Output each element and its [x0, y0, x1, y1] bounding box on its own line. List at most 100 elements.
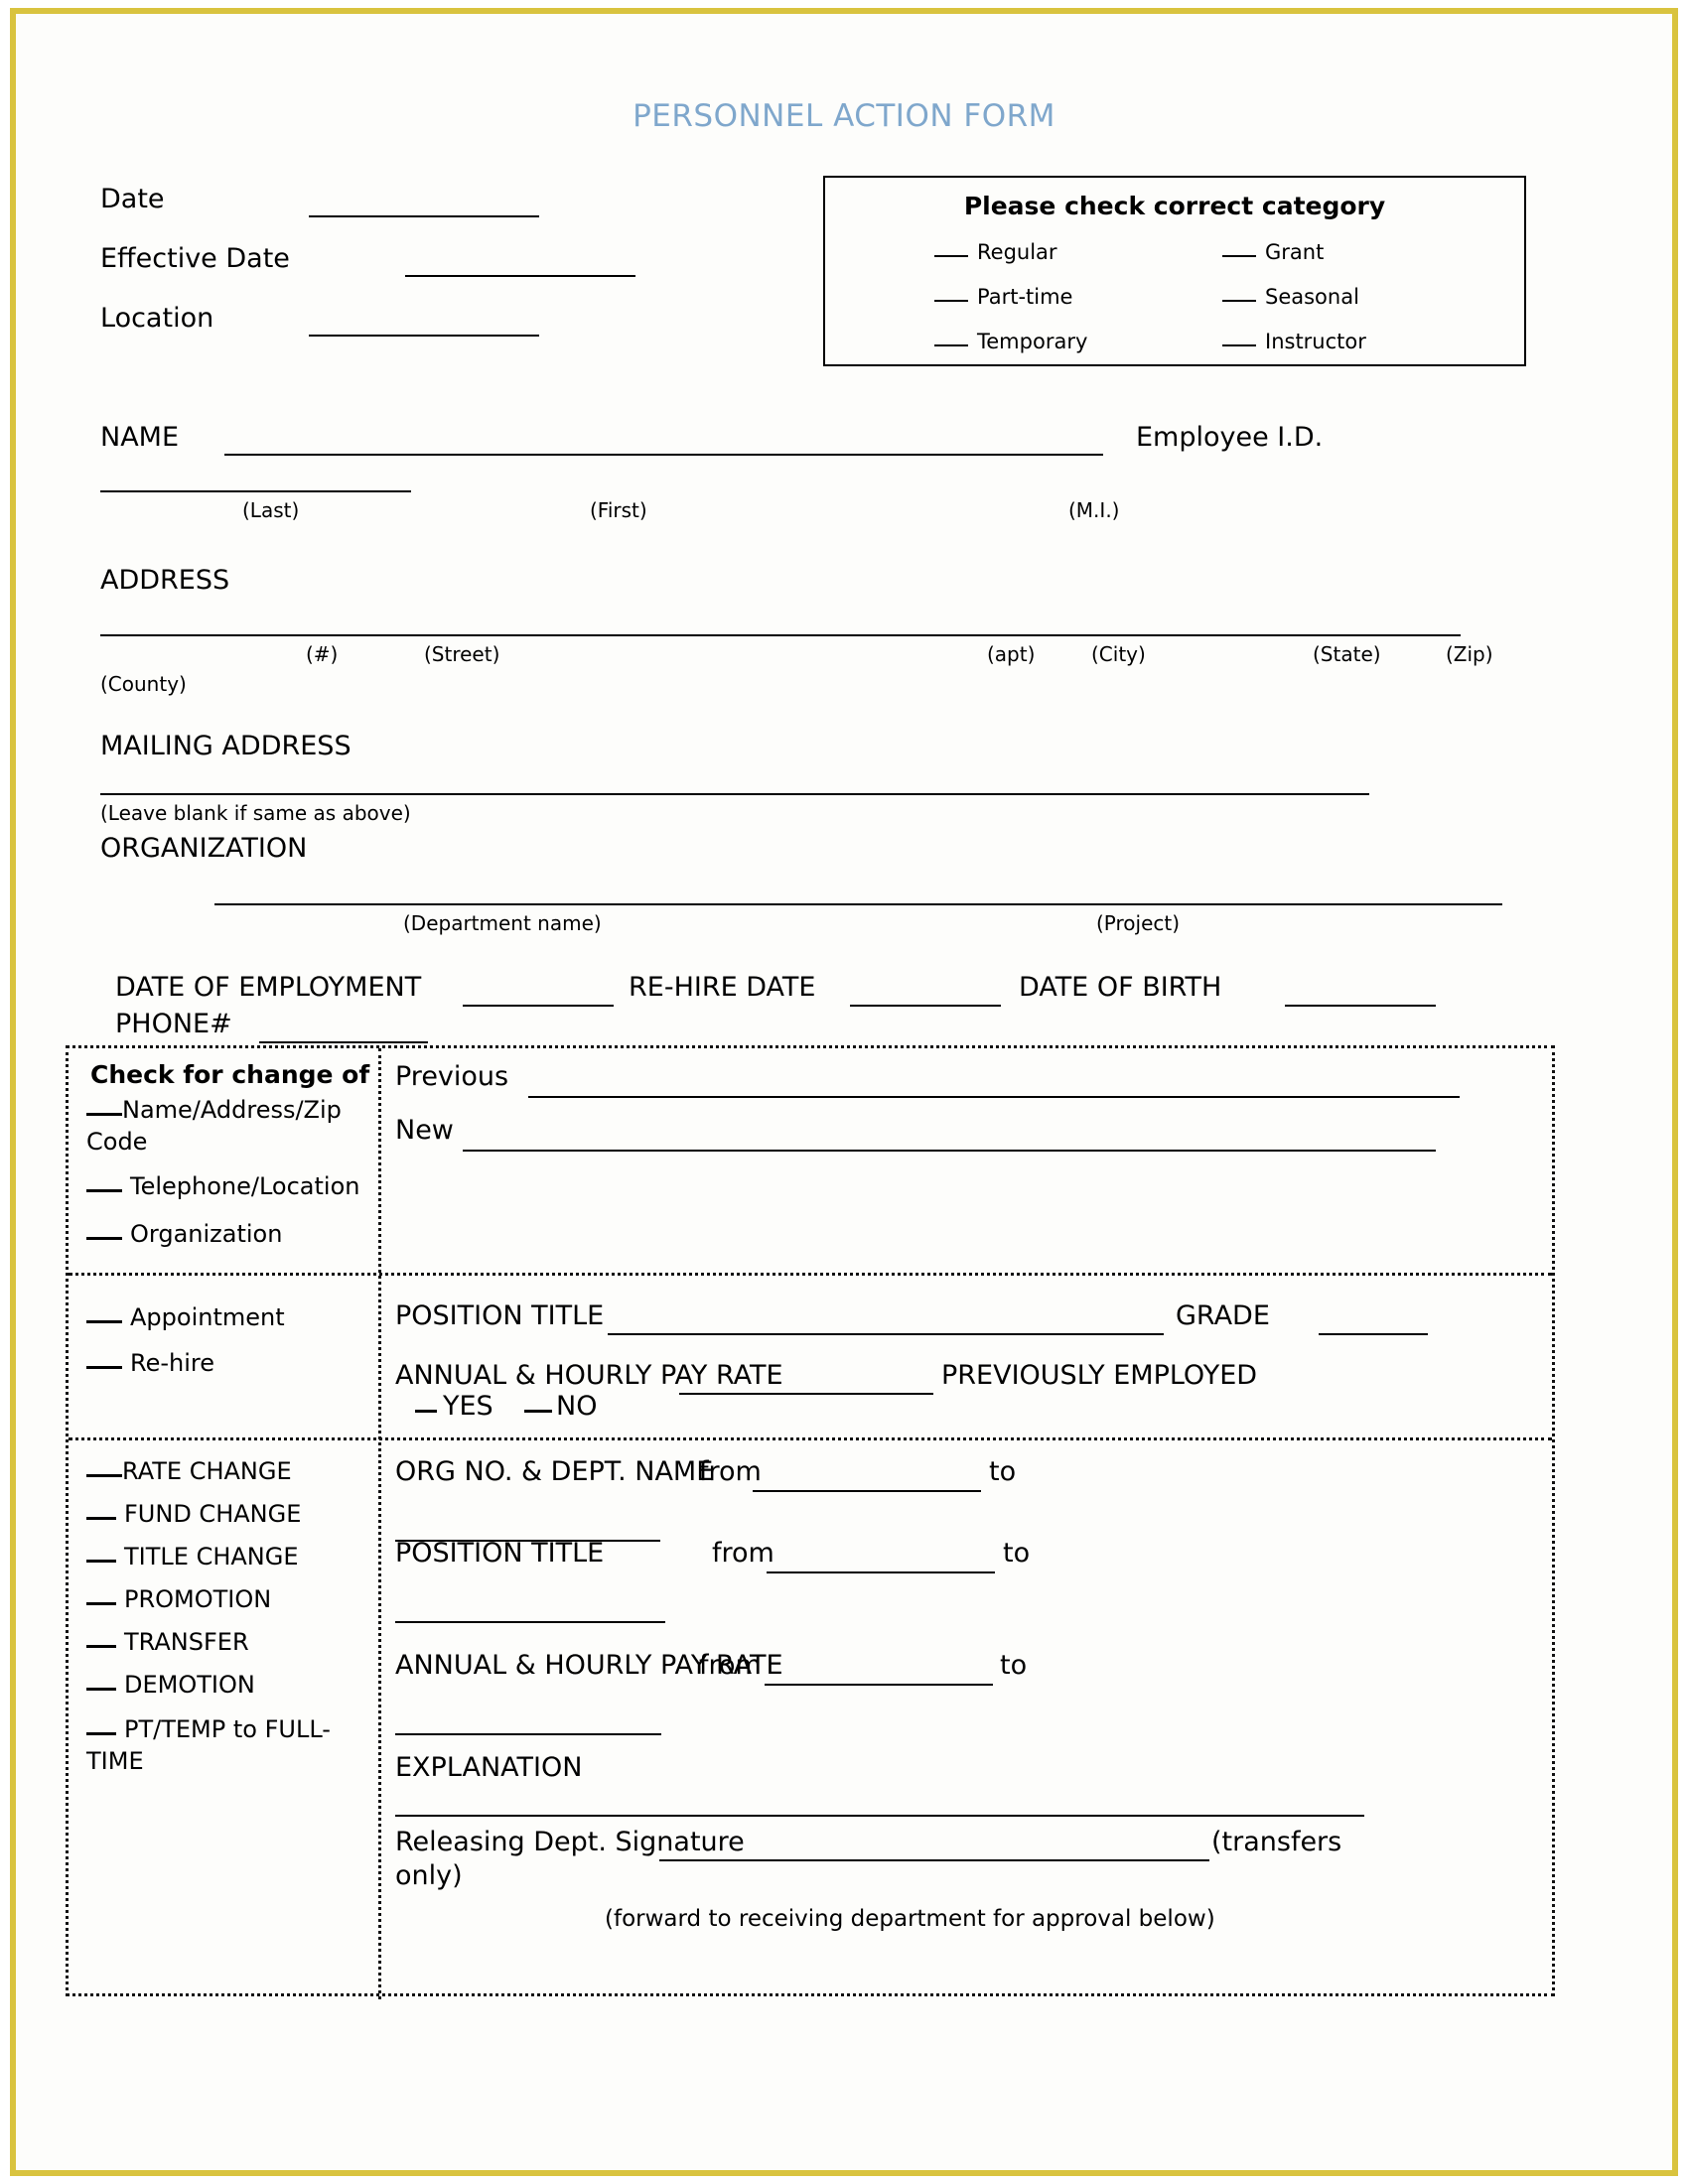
employee-id-input[interactable]: [100, 490, 411, 492]
appointment-option-rehire[interactable]: Re-hire: [86, 1349, 214, 1377]
checkbox-blank-appointment[interactable]: [86, 1309, 122, 1323]
action-option-pt-temp-fulltime[interactable]: PT/TEMP to FULL-TIME: [86, 1713, 350, 1778]
action-option-rate-change[interactable]: RATE CHANGE: [86, 1457, 292, 1485]
checkbox-blank-fund-change[interactable]: [86, 1506, 116, 1520]
name-input[interactable]: [224, 454, 1103, 456]
date-of-employment-input[interactable]: [463, 1005, 614, 1007]
previously-employed-yes[interactable]: YES: [415, 1392, 493, 1422]
change-option-name-address-label: Name/Address/Zip Code: [86, 1096, 342, 1157]
action-position-title-from-label: from: [712, 1538, 774, 1569]
previous-label: Previous: [395, 1061, 509, 1092]
change-section-heading: Check for change of: [90, 1060, 370, 1089]
explanation-input[interactable]: [395, 1815, 1364, 1817]
position-title-input[interactable]: [608, 1333, 1164, 1335]
phone-input[interactable]: [259, 1041, 428, 1043]
table-cell-action-list: RATE CHANGE FUND CHANGE TITLE CHANGE PRO…: [69, 1440, 378, 1999]
grade-input[interactable]: [1319, 1333, 1428, 1335]
table-cell-action-details: ORG NO. & DEPT. NAME from to POSITION TI…: [381, 1440, 1552, 1999]
action-position-title-to-input[interactable]: [395, 1621, 665, 1623]
effective-date-input[interactable]: [405, 275, 635, 277]
change-option-telephone-location-label: Telephone/Location: [130, 1172, 360, 1200]
page-frame: PERSONNEL ACTION FORM Date Effective Dat…: [10, 8, 1678, 2176]
checkbox-blank-grant[interactable]: [1222, 242, 1256, 257]
previously-employed-no[interactable]: NO: [524, 1392, 597, 1422]
category-box: Please check correct category Regular Pa…: [823, 176, 1526, 366]
change-option-name-address[interactable]: Name/Address/Zip Code: [86, 1094, 359, 1159]
location-input[interactable]: [309, 335, 539, 337]
checkbox-blank-pt-temp-fulltime[interactable]: [86, 1721, 116, 1735]
checkbox-blank-yes[interactable]: [415, 1399, 437, 1413]
pay-rate-input[interactable]: [679, 1393, 933, 1395]
checkbox-blank-transfer[interactable]: [86, 1634, 116, 1648]
address-sub-state: (State): [1313, 642, 1381, 666]
action-pay-rate-to-label: to: [1000, 1650, 1028, 1681]
forward-note: (forward to receiving department for app…: [605, 1906, 1215, 1932]
checkbox-blank-part-time[interactable]: [934, 287, 968, 302]
category-option-seasonal[interactable]: Seasonal: [1222, 285, 1366, 309]
previous-input[interactable]: [528, 1096, 1460, 1098]
checkbox-blank-no[interactable]: [524, 1399, 552, 1413]
checkbox-blank-rate-change[interactable]: [86, 1463, 122, 1477]
action-option-promotion[interactable]: PROMOTION: [86, 1585, 271, 1613]
name-sub-mi: (M.I.): [1068, 498, 1120, 522]
organization-sub-project: (Project): [1096, 911, 1181, 935]
checkbox-blank-title-change[interactable]: [86, 1549, 116, 1563]
org-no-from-input[interactable]: [753, 1490, 981, 1492]
grade-label: GRADE: [1176, 1300, 1270, 1331]
checkbox-blank-rehire[interactable]: [86, 1355, 122, 1369]
action-pay-rate-from-label: from: [699, 1650, 762, 1681]
action-position-title-label: POSITION TITLE: [395, 1538, 605, 1569]
change-option-organization[interactable]: Organization: [86, 1220, 282, 1248]
transfers-only-note-1: (transfers: [1211, 1827, 1342, 1857]
category-option-seasonal-label: Seasonal: [1265, 285, 1359, 309]
date-of-birth-input[interactable]: [1285, 1005, 1436, 1007]
action-option-demotion-label: DEMOTION: [124, 1671, 255, 1699]
checkbox-blank-instructor[interactable]: [1222, 332, 1256, 346]
checkbox-blank-demotion[interactable]: [86, 1677, 116, 1691]
checkbox-blank-organization[interactable]: [86, 1226, 122, 1240]
appointment-option-appointment[interactable]: Appointment: [86, 1303, 285, 1331]
action-option-fund-change[interactable]: FUND CHANGE: [86, 1500, 301, 1528]
action-option-demotion[interactable]: DEMOTION: [86, 1671, 255, 1699]
mailing-address-input[interactable]: [100, 793, 1369, 795]
name-sub-first: (First): [590, 498, 647, 522]
action-position-title-to-label: to: [1003, 1538, 1031, 1569]
action-option-title-change[interactable]: TITLE CHANGE: [86, 1543, 299, 1570]
category-option-temporary-label: Temporary: [977, 330, 1088, 353]
checkbox-blank-temporary[interactable]: [934, 332, 968, 346]
page-title: PERSONNEL ACTION FORM: [633, 98, 1055, 134]
checkbox-blank-name-address[interactable]: [86, 1102, 122, 1116]
category-option-grant[interactable]: Grant: [1222, 240, 1366, 264]
table-cell-change-list: Check for change of Name/Address/Zip Cod…: [69, 1048, 378, 1273]
checkbox-blank-promotion[interactable]: [86, 1591, 116, 1605]
action-option-transfer[interactable]: TRANSFER: [86, 1628, 249, 1656]
name-label: NAME: [100, 422, 180, 453]
form-sheet: PERSONNEL ACTION FORM Date Effective Dat…: [16, 14, 1672, 2170]
action-option-rate-change-label: RATE CHANGE: [122, 1457, 292, 1485]
address-sub-zip: (Zip): [1446, 642, 1493, 666]
category-option-regular[interactable]: Regular: [934, 240, 1087, 264]
new-input[interactable]: [463, 1150, 1436, 1152]
checkbox-blank-regular[interactable]: [934, 242, 968, 257]
rehire-date-input[interactable]: [850, 1005, 1001, 1007]
table-cell-appointment-list: Appointment Re-hire: [69, 1276, 378, 1437]
checkbox-blank-seasonal[interactable]: [1222, 287, 1256, 302]
organization-input[interactable]: [214, 903, 1502, 905]
phone-label: PHONE#: [115, 1009, 232, 1039]
pay-rate-label: ANNUAL & HOURLY PAY RATE: [395, 1360, 783, 1391]
previously-employed-yes-label: YES: [443, 1391, 493, 1422]
effective-date-label: Effective Date: [100, 243, 290, 274]
releasing-signature-input[interactable]: [659, 1859, 1209, 1861]
action-pay-rate-to-input[interactable]: [395, 1733, 661, 1735]
action-position-title-from-input[interactable]: [767, 1571, 995, 1573]
category-option-instructor[interactable]: Instructor: [1222, 330, 1366, 353]
category-option-part-time[interactable]: Part-time: [934, 285, 1087, 309]
category-option-temporary[interactable]: Temporary: [934, 330, 1087, 353]
action-pay-rate-from-input[interactable]: [765, 1684, 993, 1686]
change-option-telephone-location[interactable]: Telephone/Location: [86, 1172, 359, 1200]
address-sub-county: (County): [100, 672, 187, 696]
address-input[interactable]: [100, 634, 1461, 636]
date-input[interactable]: [309, 215, 539, 217]
checkbox-blank-telephone-location[interactable]: [86, 1178, 122, 1192]
appointment-option-rehire-label: Re-hire: [130, 1349, 215, 1377]
